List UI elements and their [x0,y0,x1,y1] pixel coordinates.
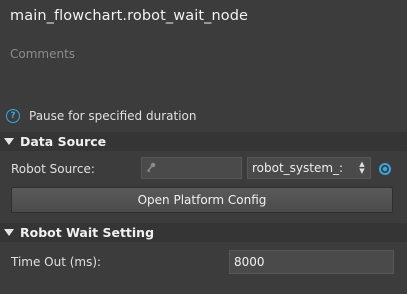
timeout-input[interactable]: 8000 [229,250,394,274]
description-row: ? Pause for specified duration [6,108,196,124]
node-title: main_flowchart.robot_wait_node [10,8,249,24]
section-title: Robot Wait Setting [20,225,155,240]
robot-source-label: Robot Source: [11,162,95,176]
section-header-robot-wait[interactable]: Robot Wait Setting [0,223,407,242]
timeout-label: Time Out (ms): [11,255,102,269]
triangle-down-icon[interactable] [4,138,14,145]
robot-source-select[interactable]: robot_system_: ▲ ▼ [247,157,371,179]
robot-source-radio[interactable] [379,163,391,175]
section-header-data-source[interactable]: Data Source [0,132,407,151]
comments-label[interactable]: Comments [10,47,75,61]
key-icon [146,162,156,173]
updown-arrows-icon: ▲ ▼ [359,160,365,175]
robot-source-selected-value: robot_system_: [252,161,344,175]
open-platform-config-button[interactable]: Open Platform Config [11,187,393,213]
robot-source-input[interactable] [141,157,242,179]
triangle-down-icon[interactable] [4,229,14,236]
description-text: Pause for specified duration [29,109,197,123]
question-circle-icon[interactable]: ? [6,109,20,123]
section-title: Data Source [20,134,107,149]
